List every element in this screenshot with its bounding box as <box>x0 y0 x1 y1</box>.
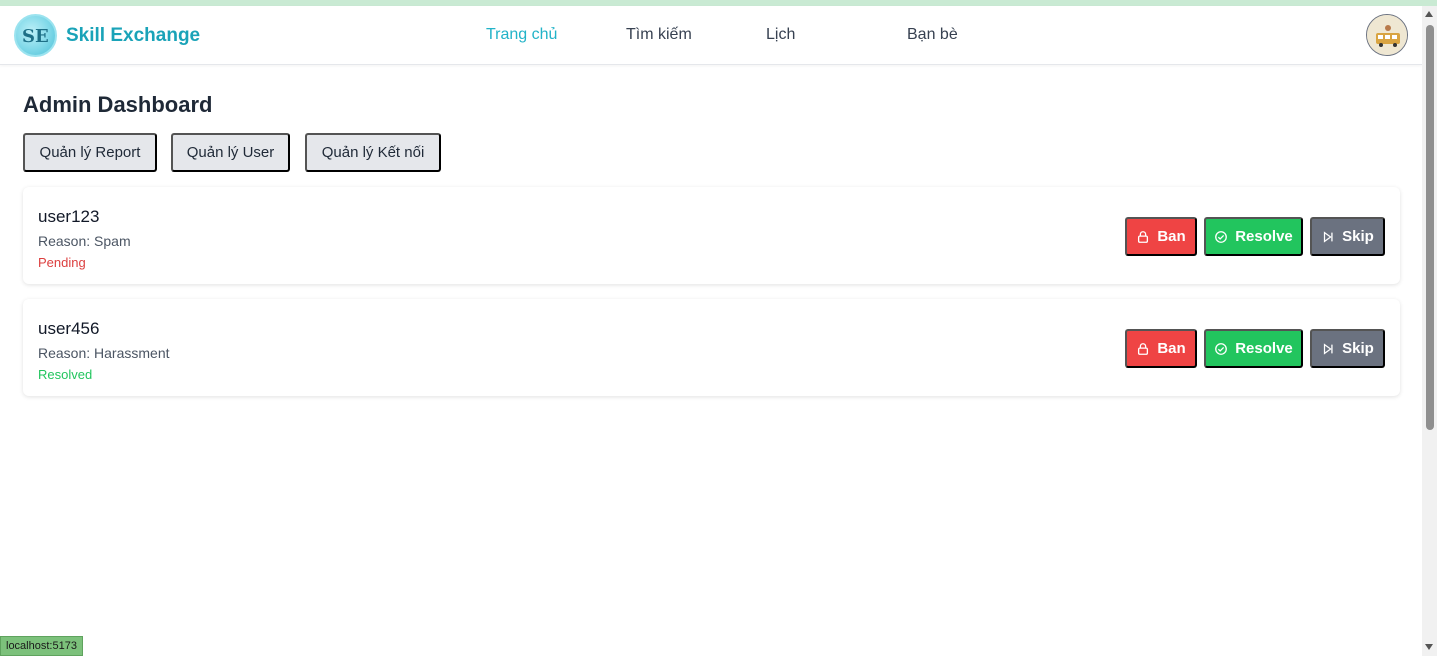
top-navbar: SE Skill Exchange Trang chủ Tìm kiếm Lịc… <box>0 6 1422 65</box>
report-status: Pending <box>38 255 86 270</box>
nav-link-friends[interactable]: Bạn bè <box>907 26 958 44</box>
report-card: user456 Reason: Harassment Resolved Ban … <box>23 299 1400 396</box>
nav-link-calendar[interactable]: Lịch <box>766 26 795 44</box>
resolve-button-label: Resolve <box>1235 228 1293 245</box>
ban-button-label: Ban <box>1157 228 1186 245</box>
report-reason: Reason: Spam <box>38 233 131 249</box>
report-username: user123 <box>38 207 100 226</box>
scroll-down-icon[interactable] <box>1425 644 1433 650</box>
resolve-button[interactable]: Resolve <box>1204 217 1303 256</box>
lock-icon <box>1138 342 1149 355</box>
report-card: user123 Reason: Spam Pending Ban Resolve… <box>23 187 1400 284</box>
ban-button[interactable]: Ban <box>1125 329 1197 368</box>
skip-button-label: Skip <box>1342 340 1374 357</box>
page-title: Admin Dashboard <box>23 92 213 117</box>
skip-button[interactable]: Skip <box>1310 329 1385 368</box>
tab-manage-connections[interactable]: Quản lý Kết nối <box>305 133 441 172</box>
nav-link-search[interactable]: Tìm kiếm <box>626 26 692 44</box>
skip-forward-icon <box>1324 342 1333 355</box>
resolve-button-label: Resolve <box>1235 340 1293 357</box>
report-username: user456 <box>38 319 100 338</box>
nav-link-home[interactable]: Trang chủ <box>486 26 557 44</box>
tab-manage-users[interactable]: Quản lý User <box>171 133 290 172</box>
ban-button-label: Ban <box>1157 340 1186 357</box>
logo-icon: SE <box>22 26 49 47</box>
user-avatar[interactable] <box>1366 14 1408 56</box>
logo[interactable]: SE <box>14 14 57 57</box>
tab-manage-reports[interactable]: Quản lý Report <box>23 133 157 172</box>
resolve-button[interactable]: Resolve <box>1204 329 1303 368</box>
skip-button-label: Skip <box>1342 228 1374 245</box>
check-circle-icon <box>1215 342 1228 355</box>
browser-status-url: localhost:5173 <box>0 636 83 656</box>
page-scrollbar[interactable] <box>1422 6 1437 656</box>
svg-text:SE: SE <box>22 26 49 47</box>
avatar-image <box>1367 15 1407 55</box>
brand-name[interactable]: Skill Exchange <box>66 25 200 47</box>
skip-forward-icon <box>1324 230 1333 243</box>
scrollbar-thumb[interactable] <box>1426 25 1434 430</box>
scroll-up-icon[interactable] <box>1425 11 1433 17</box>
lock-icon <box>1138 230 1149 243</box>
report-reason: Reason: Harassment <box>38 345 170 361</box>
ban-button[interactable]: Ban <box>1125 217 1197 256</box>
check-circle-icon <box>1215 230 1228 243</box>
report-status: Resolved <box>38 367 93 382</box>
skip-button[interactable]: Skip <box>1310 217 1385 256</box>
